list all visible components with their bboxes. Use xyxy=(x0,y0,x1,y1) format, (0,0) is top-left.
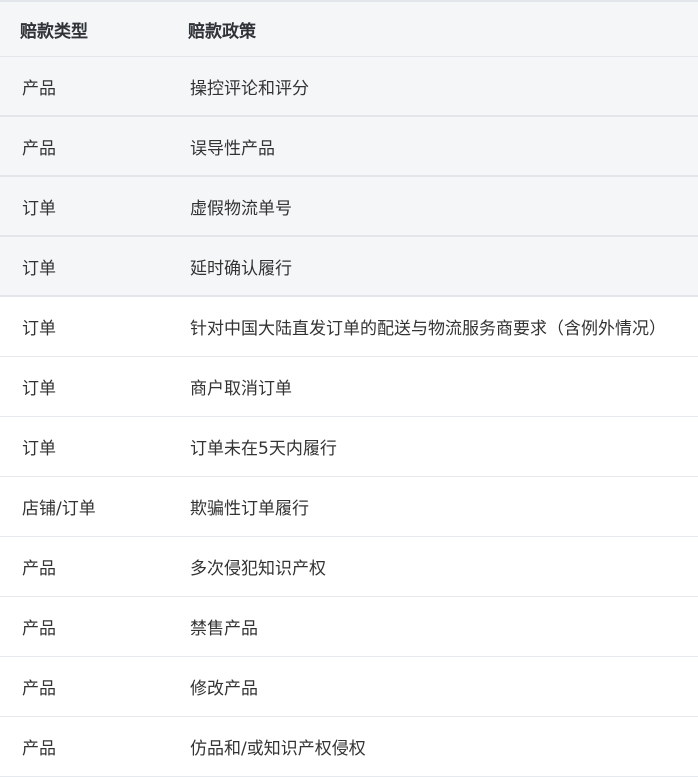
table-row: 产品 操控评论和评分 xyxy=(0,57,698,117)
table-row: 订单 延时确认履行 xyxy=(0,237,698,297)
row-type-cell: 产品 xyxy=(22,739,56,759)
header-compensation-type: 赔款类型 xyxy=(20,21,88,42)
row-policy-cell: 虚假物流单号 xyxy=(190,198,292,219)
table-row: 产品 修改产品 xyxy=(0,657,698,717)
table-row: 店铺/订单 欺骗性订单履行 xyxy=(0,477,698,537)
table-header-row: 赔款类型 赔款政策 xyxy=(0,2,698,57)
row-type-cell: 产品 xyxy=(22,559,56,579)
table-row: 产品 仿品和/或知识产权侵权 xyxy=(0,717,698,777)
table-row: 产品 禁售产品 xyxy=(0,597,698,657)
table-row: 订单 订单未在5天内履行 xyxy=(0,417,698,477)
table-row: 产品 多次侵犯知识产权 xyxy=(0,537,698,597)
row-policy-cell: 延时确认履行 xyxy=(190,258,292,279)
row-policy-cell: 针对中国大陆直发订单的配送与物流服务商要求（含例外情况） xyxy=(190,319,666,339)
row-type-cell: 订单 xyxy=(22,258,56,279)
row-type-cell: 订单 xyxy=(22,379,56,399)
row-policy-cell: 多次侵犯知识产权 xyxy=(190,559,326,579)
row-policy-cell: 仿品和/或知识产权侵权 xyxy=(190,739,366,759)
row-policy-cell: 误导性产品 xyxy=(190,138,275,159)
table-row: 订单 虚假物流单号 xyxy=(0,177,698,237)
table-row: 产品 误导性产品 xyxy=(0,117,698,177)
row-type-cell: 店铺/订单 xyxy=(22,499,96,519)
row-type-cell: 产品 xyxy=(22,138,56,159)
table-row: 订单 商户取消订单 xyxy=(0,357,698,417)
row-type-cell: 订单 xyxy=(22,319,56,339)
compensation-policy-table: 赔款类型 赔款政策 产品 操控评论和评分 产品 误导性产品 订单 虚假物流单号 … xyxy=(0,0,698,777)
row-type-cell: 订单 xyxy=(22,198,56,219)
row-type-cell: 产品 xyxy=(22,679,56,699)
table-row: 订单 针对中国大陆直发订单的配送与物流服务商要求（含例外情况） xyxy=(0,297,698,357)
row-policy-cell: 操控评论和评分 xyxy=(190,78,309,99)
row-policy-cell: 禁售产品 xyxy=(190,619,258,639)
row-policy-cell: 欺骗性订单履行 xyxy=(190,499,309,519)
row-type-cell: 订单 xyxy=(22,439,56,459)
row-policy-cell: 修改产品 xyxy=(190,679,258,699)
row-type-cell: 产品 xyxy=(22,78,56,99)
row-policy-cell: 订单未在5天内履行 xyxy=(190,439,337,459)
row-policy-cell: 商户取消订单 xyxy=(190,379,292,399)
header-compensation-policy: 赔款政策 xyxy=(188,21,256,42)
row-type-cell: 产品 xyxy=(22,619,56,639)
